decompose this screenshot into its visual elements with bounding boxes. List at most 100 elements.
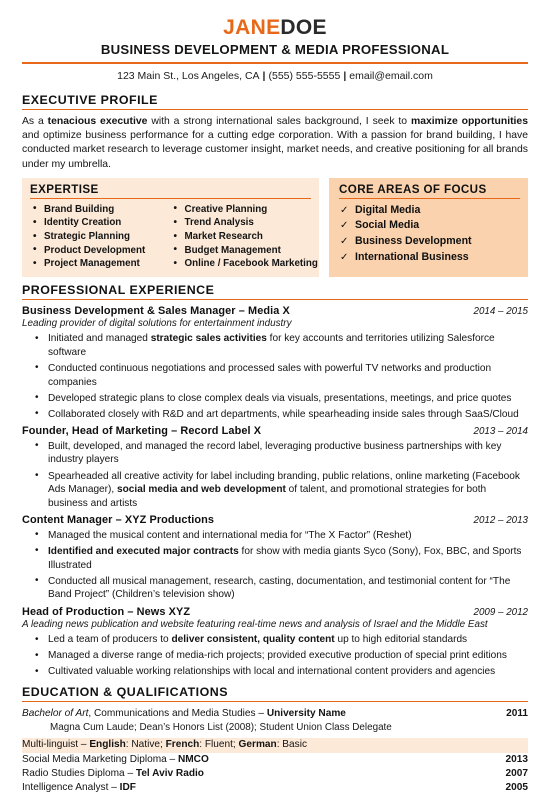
job-bullet: Developed strategic plans to close compl… [22,391,528,406]
contact-separator-2: | [343,70,347,82]
bullet-bold: deliver consistent, quality content [171,634,335,646]
expertise-item: Market Research [171,230,312,244]
profile-bold-2: maximize opportunities [410,116,528,127]
language-2: French [165,739,200,751]
profile-bold-1: tenacious executive [47,116,148,127]
contact-email[interactable]: email@email.com [349,70,433,82]
certification-row: Social Media Marketing Diploma – NMCO 20… [22,753,528,767]
core-areas-heading: CORE AREAS OF FOCUS [339,182,487,196]
bullet-bold: social media and web development [117,484,286,496]
expertise-item: Strategic Planning [30,230,171,244]
profile-text-1: As a [22,116,48,127]
contact-phone: (555) 555-5555 [268,70,341,82]
job-title: Content Manager – XYZ Productions [22,514,215,527]
job-bullet: Built, developed, and managed the record… [22,439,528,467]
experience-entry-header: Business Development & Sales Manager – M… [22,305,528,317]
contact-separator-1: | [262,70,266,82]
job-dates: 2009 – 2012 [473,606,528,618]
core-area-item: ✓ International Business [339,250,520,266]
expertise-divider [30,197,311,199]
job-bullet: Conducted continuous negotiations and pr… [22,361,528,389]
certification-name: Radio Studies Diploma – Tel Aviv Radio [22,767,204,781]
job-title: Founder, Head of Marketing – Record Labe… [22,425,262,438]
certification-year: 2013 [505,753,528,765]
section-heading-experience: PROFESSIONAL EXPERIENCE [22,282,215,297]
job-bullet: Spearheaded all creative activity for la… [22,469,528,511]
expertise-item: Creative Planning [171,202,312,217]
expertise-item: Project Management [30,257,171,271]
experience-entry: Content Manager – XYZ Productions 2012 –… [22,514,528,601]
certification-issuer: IDF [119,782,136,794]
job-bullets: Led a team of producers to deliver consi… [22,633,528,679]
bullet-bold: strategic sales activities [150,333,267,345]
job-bullet: Led a team of producers to deliver consi… [22,633,528,647]
language-1-level: : Native; [125,739,166,751]
profile-text-3: and optimize business performance for a … [22,130,528,170]
expertise-item: Online / Facebook Marketing [171,257,317,271]
job-dates: 2013 – 2014 [473,426,528,438]
experience-entry: Founder, Head of Marketing – Record Labe… [22,425,528,510]
core-area-label: Business Development [355,235,472,247]
expertise-item: Product Development [30,243,171,258]
language-3-level: : Basic [276,739,307,751]
certification-name: Social Media Marketing Diploma – NMCO [22,753,209,767]
bullet-pre: Managed a diverse range of media-rich pr… [48,650,507,662]
certification-year: 2007 [505,768,528,780]
bullet-pre: Developed strategic plans to close compl… [48,392,512,404]
first-name: JANE [223,16,281,39]
section-divider-executive-profile [22,109,528,110]
education-year: 2011 [506,708,528,720]
languages-row: Multi-linguist – English: Native; French… [22,738,528,753]
expertise-heading: EXPERTISE [30,182,99,196]
contact-line: 123 Main St., Los Angeles, CA | (555) 555-… [22,64,528,87]
job-bullet: Identified and executed major contracts … [22,544,528,572]
job-subtitle: A leading news publication and website f… [22,618,488,630]
bullet-pre: Conducted continuous negotiations and pr… [48,362,492,388]
skills-boxes-row: EXPERTISE Brand Building Identity Creati… [22,177,528,277]
experience-entry-header: Head of Production – News XYZ 2009 – 201… [22,606,528,618]
experience-entry-header: Content Manager – XYZ Productions 2012 –… [22,514,528,526]
checkmark-icon: ✓ [340,236,349,247]
job-title: Business Development & Sales Manager – M… [22,304,290,317]
core-area-label: Digital Media [355,203,421,216]
language-1: English [89,739,126,751]
job-dates: 2014 – 2015 [473,305,528,317]
executive-profile-text: As a tenacious executive with a strong i… [22,115,528,172]
certification-row: Intelligence Analyst – IDF 2005 [22,781,528,795]
experience-entry-header: Founder, Head of Marketing – Record Labe… [22,425,528,437]
section-divider-experience [22,298,528,300]
profile-text-2: with a strong international sales backgr… [147,116,411,127]
job-bullets: Managed the musical content and internat… [22,528,528,602]
core-area-item: ✓ Business Development [339,234,520,250]
expertise-item: Identity Creation [30,216,171,230]
professional-headline: BUSINESS DEVELOPMENT & MEDIA PROFESSIONA… [100,42,450,57]
experience-entry: Head of Production – News XYZ 2009 – 201… [22,606,528,679]
education-honors: Magna Cum Laude; Dean’s Honors List (200… [50,722,392,734]
section-heading-executive-profile: EXECUTIVE PROFILE [22,93,158,107]
core-area-label: Social Media [355,219,420,232]
education-degree: Bachelor of Art, Communications and Medi… [22,707,346,721]
checkmark-icon: ✓ [340,204,349,216]
core-area-label: International Business [355,250,469,263]
bullet-pre: Managed the musical content and internat… [48,529,412,541]
bullet-pre: Cultivated valuable working relationship… [48,666,496,678]
core-areas-divider [339,197,520,199]
bullet-pre: Built, developed, and managed the record… [48,440,502,466]
job-bullet: Managed the musical content and internat… [22,528,528,543]
last-name: DOE [280,16,327,39]
language-2-level: : Fluent; [199,739,239,751]
expertise-item: Brand Building [30,202,171,217]
certification-pre: Social Media Marketing Diploma – [22,753,178,765]
bullet-pre: Initiated and managed [48,333,151,345]
certification-pre: Intelligence Analyst – [22,782,120,794]
resume-page: JANEDOE BUSINESS DEVELOPMENT & MEDIA PRO… [0,0,550,793]
job-bullet: Cultivated valuable working relationship… [22,665,528,679]
certification-issuer: NMCO [177,753,209,765]
expertise-item: Budget Management [171,243,312,258]
core-area-item: ✓ Social Media [339,218,520,234]
checkmark-icon: ✓ [340,220,349,232]
job-bullets: Built, developed, and managed the record… [22,439,528,511]
bullet-pre: Led a team of producers to [48,634,172,646]
candidate-name: JANEDOE [22,16,528,40]
language-3: German [238,739,277,751]
